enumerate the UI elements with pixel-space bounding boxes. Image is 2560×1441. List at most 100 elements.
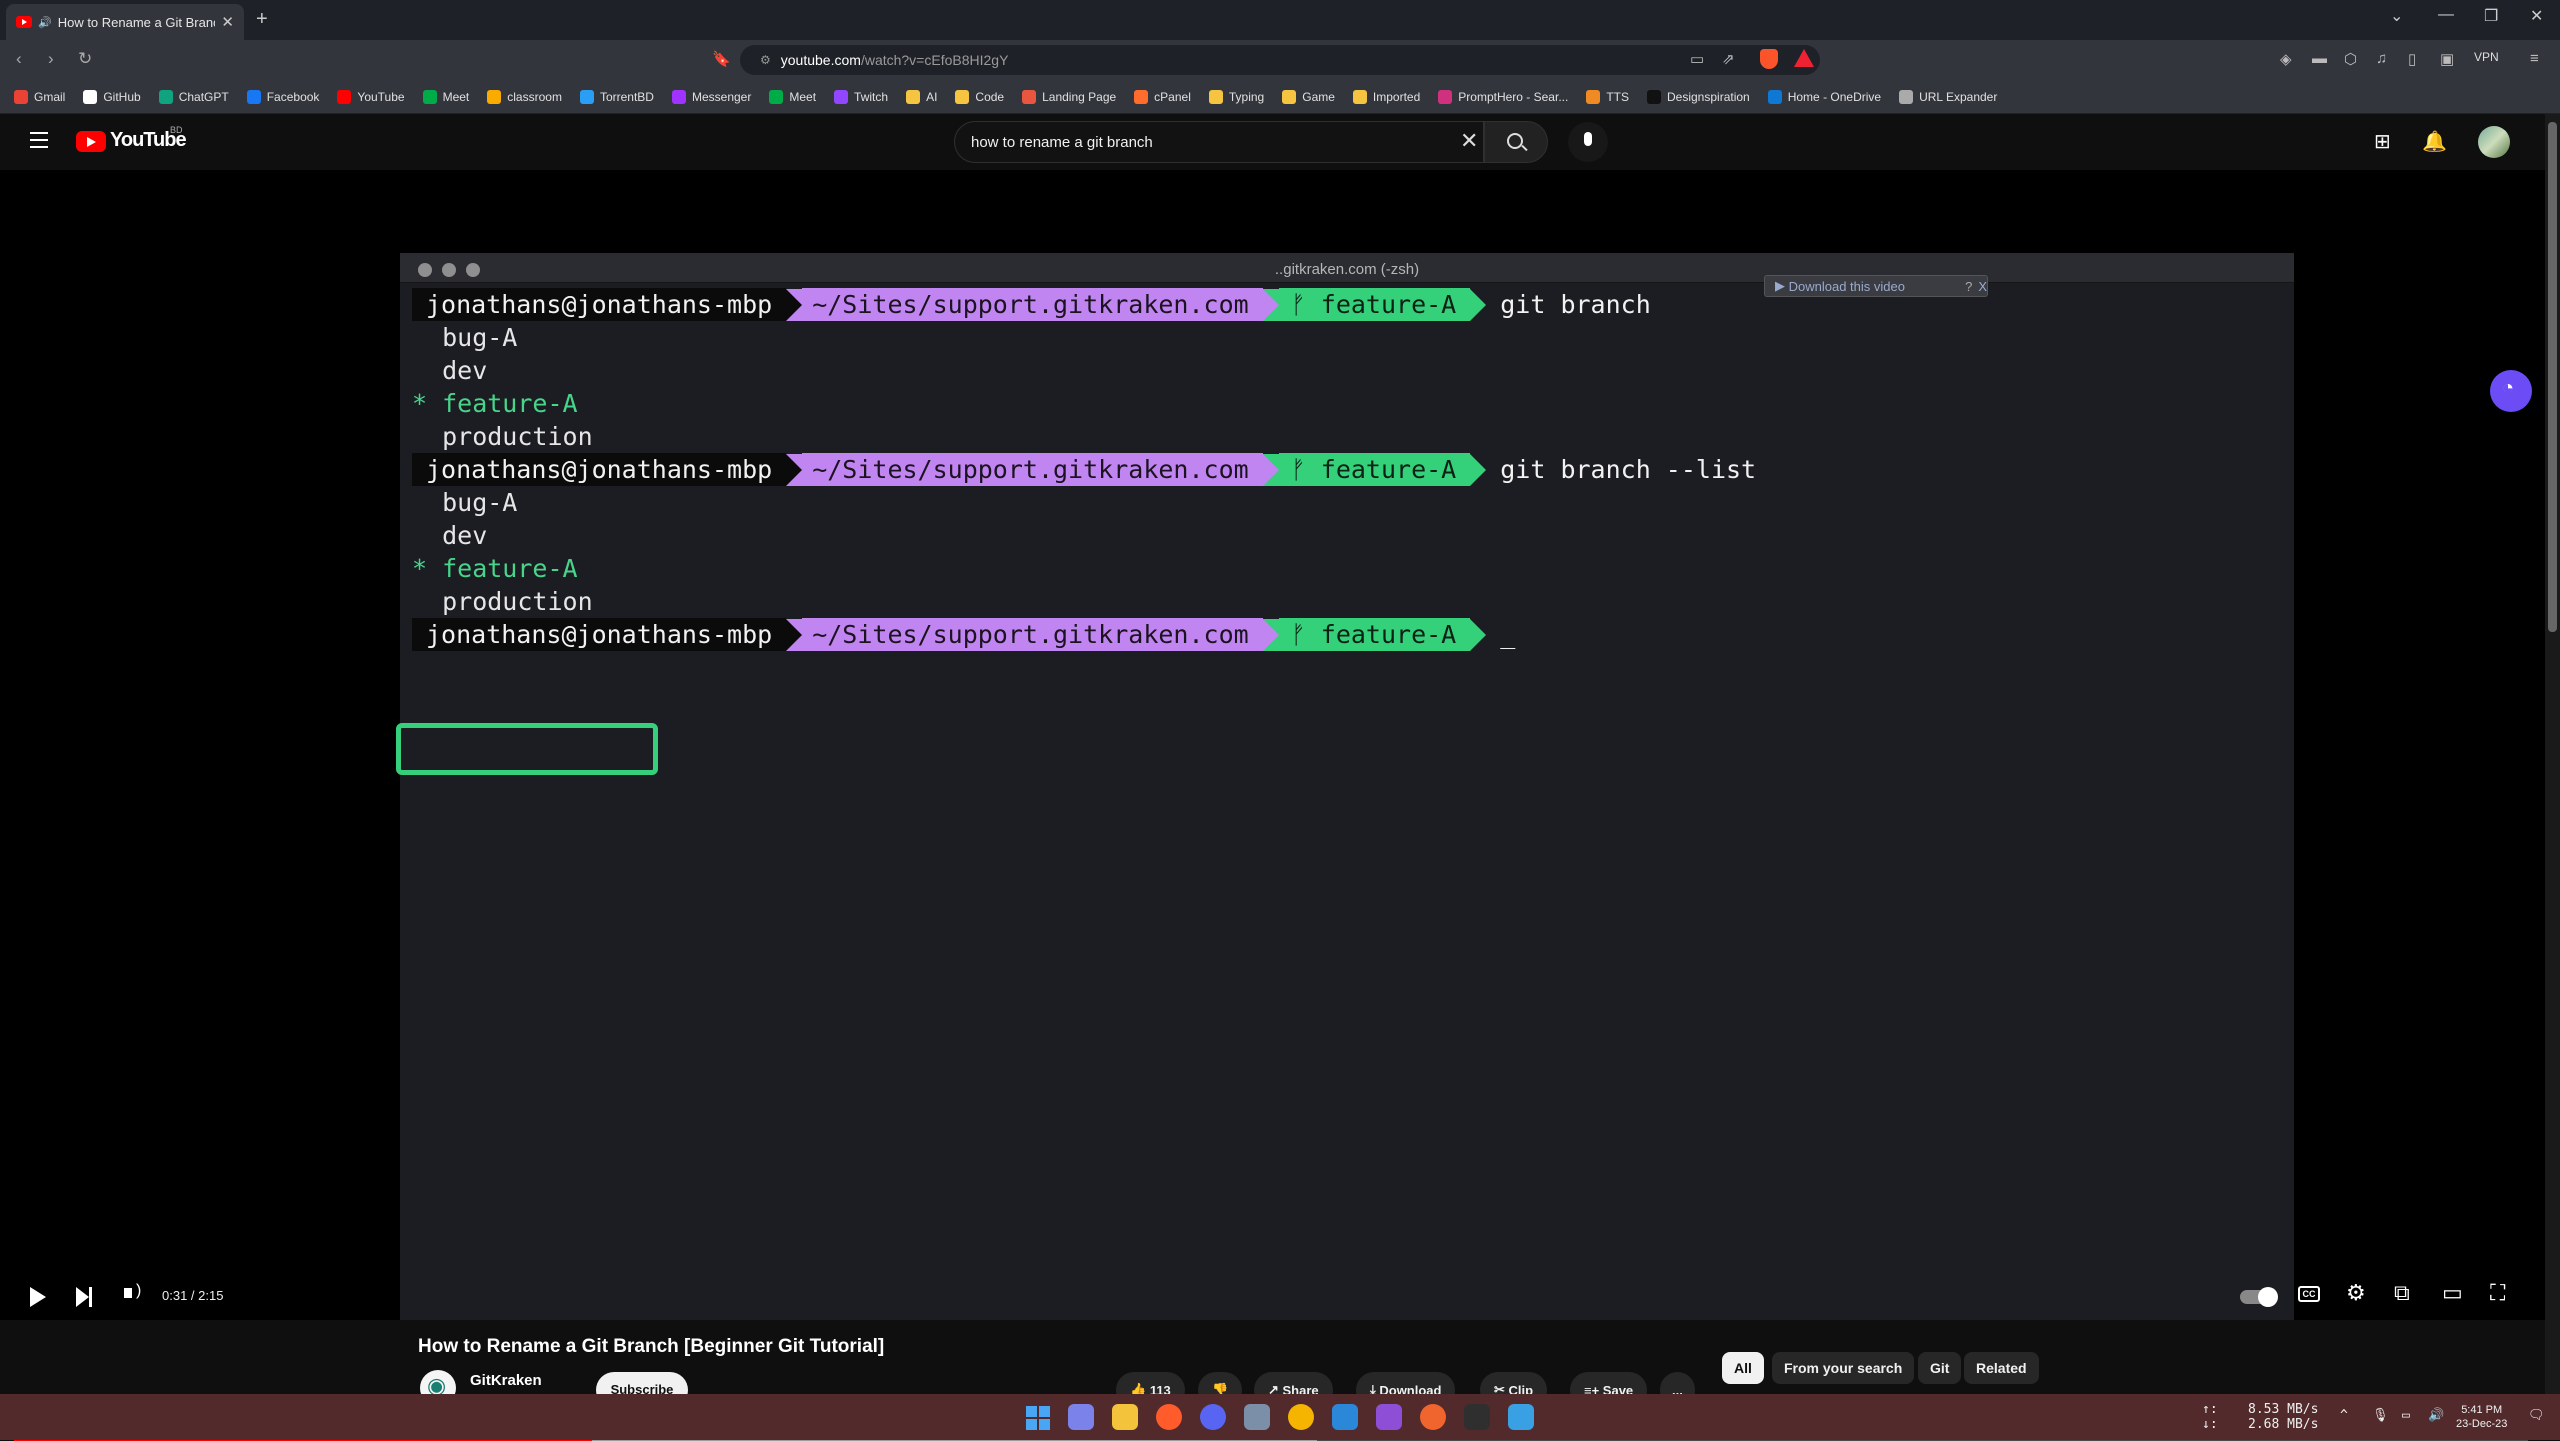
- chrome-canary-icon[interactable]: [1288, 1404, 1314, 1430]
- bookmark-item[interactable]: Game: [1282, 89, 1335, 104]
- autoplay-toggle[interactable]: [2240, 1287, 2278, 1307]
- back-button[interactable]: ‹: [16, 49, 22, 69]
- settings-gear-icon[interactable]: ⚙: [2346, 1280, 2366, 1306]
- bookmark-item[interactable]: Meet: [769, 89, 816, 104]
- notepad-icon[interactable]: [1508, 1404, 1534, 1430]
- wallet-icon[interactable]: ▣: [2440, 50, 2454, 68]
- chip-from-your-search[interactable]: From your search: [1772, 1352, 1915, 1384]
- bookmark-item[interactable]: Home - OneDrive: [1767, 89, 1881, 104]
- windows-start-icon[interactable]: [1026, 1406, 1050, 1430]
- account-avatar[interactable]: [2478, 126, 2510, 158]
- captions-button[interactable]: CC: [2298, 1286, 2320, 1302]
- youtube-logo-icon[interactable]: [76, 131, 106, 152]
- bookmark-item[interactable]: Twitch: [834, 89, 888, 104]
- chevron-up-icon[interactable]: ^: [2340, 1408, 2348, 1423]
- speaker-volume-icon[interactable]: 🔊: [2428, 1408, 2444, 1423]
- extensions-puzzle-icon[interactable]: ⬡: [2344, 50, 2357, 68]
- miniplayer-icon[interactable]: ⧉: [2394, 1280, 2410, 1306]
- browser-tab-active[interactable]: 🔊 How to Rename a Git Branch ✕: [6, 4, 244, 40]
- discord-icon[interactable]: [1200, 1404, 1226, 1430]
- speaker-icon[interactable]: 🔊: [38, 16, 52, 29]
- new-tab-button[interactable]: +: [256, 8, 268, 31]
- notifications-bell-icon[interactable]: 🔔: [2422, 129, 2447, 154]
- chip-git[interactable]: Git: [1918, 1352, 1962, 1384]
- notifications-icon[interactable]: 🗨: [2528, 1408, 2545, 1423]
- voice-search-button[interactable]: [1568, 122, 1608, 162]
- wifi-icon[interactable]: ▭: [2402, 1408, 2410, 1423]
- restore-button[interactable]: ❐: [2484, 6, 2498, 26]
- terminal-command: git branch --list: [1500, 455, 1757, 484]
- bookmark-item[interactable]: Designspiration: [1647, 89, 1750, 104]
- chip-related[interactable]: Related: [1964, 1352, 2039, 1384]
- next-video-icon[interactable]: [76, 1287, 92, 1307]
- scrollbar-thumb[interactable]: [2548, 122, 2557, 632]
- browser-menu-icon[interactable]: ≡: [2530, 50, 2539, 67]
- volume-icon[interactable]: [124, 1282, 141, 1300]
- bookmark-item[interactable]: Gmail: [14, 89, 65, 104]
- chip-all[interactable]: All: [1722, 1352, 1764, 1384]
- cast-icon[interactable]: ▭: [1690, 50, 1704, 68]
- reload-button[interactable]: ↻: [78, 49, 92, 69]
- assistant-extension-icon[interactable]: [2490, 370, 2532, 412]
- media-controls-icon[interactable]: ♫: [2376, 50, 2387, 67]
- bookmark-item[interactable]: TorrentBD: [579, 89, 654, 104]
- help-icon[interactable]: ?: [1965, 279, 1972, 294]
- bookmark-page-icon[interactable]: 🔖: [712, 50, 731, 68]
- bookmark-item[interactable]: Typing: [1208, 89, 1264, 104]
- extension-icon[interactable]: ◈: [2280, 50, 2292, 68]
- minimize-button[interactable]: —: [2438, 6, 2454, 24]
- bookmark-item[interactable]: Code: [955, 89, 1004, 104]
- bookmark-item[interactable]: Imported: [1352, 89, 1420, 104]
- video-player[interactable]: ..gitkraken.com (-zsh) ▶ Download this v…: [0, 170, 2545, 1441]
- microphone-icon[interactable]: 🎙: [2372, 1408, 2389, 1423]
- fullscreen-icon[interactable]: ⛶: [2490, 1280, 2505, 1306]
- bookmark-item[interactable]: classroom: [487, 89, 562, 104]
- bookmark-item[interactable]: Meet: [422, 89, 469, 104]
- vpn-button[interactable]: VPN: [2474, 50, 2499, 64]
- bookmark-item[interactable]: PromptHero - Sear...: [1438, 89, 1568, 104]
- share-page-icon[interactable]: ⇗: [1722, 50, 1735, 68]
- search-input[interactable]: how to rename a git branch: [954, 121, 1484, 163]
- bookmark-item[interactable]: Landing Page: [1022, 89, 1116, 104]
- play-icon: ▶: [1775, 278, 1789, 293]
- bookmark-item[interactable]: cPanel: [1134, 89, 1191, 104]
- page-scrollbar[interactable]: [2545, 114, 2560, 1394]
- bookmark-item[interactable]: GitHub: [83, 89, 141, 104]
- brave-browser-icon[interactable]: [1156, 1404, 1182, 1430]
- clear-search-icon[interactable]: ✕: [1460, 128, 1478, 154]
- file-explorer-icon[interactable]: [1112, 1404, 1138, 1430]
- browser-toolbar: ‹ › ↻ 🔖 ⚙ youtube.com/watch?v=cEfoB8HI2g…: [0, 40, 2560, 80]
- extension-icon[interactable]: ▬: [2312, 50, 2327, 67]
- hamburger-menu-icon[interactable]: [30, 132, 48, 153]
- bookmark-item[interactable]: Facebook: [246, 89, 319, 104]
- sidebar-toggle-icon[interactable]: ▯: [2408, 50, 2416, 68]
- address-bar[interactable]: ⚙ youtube.com/watch?v=cEfoB8HI2gY: [740, 45, 1820, 75]
- close-icon[interactable]: X: [1978, 279, 1987, 294]
- vscode-icon[interactable]: [1332, 1404, 1358, 1430]
- bookmark-item[interactable]: YouTube: [337, 89, 405, 104]
- forward-button[interactable]: ›: [48, 49, 54, 69]
- play-icon[interactable]: [30, 1287, 46, 1307]
- channel-name[interactable]: GitKraken: [470, 1372, 542, 1389]
- bookmark-item[interactable]: URL Expander: [1899, 89, 1997, 104]
- system-clock[interactable]: 5:41 PM 23-Dec-23: [2456, 1403, 2507, 1431]
- app-icon[interactable]: [1244, 1404, 1270, 1430]
- bookmark-item[interactable]: TTS: [1586, 89, 1629, 104]
- postman-icon[interactable]: [1420, 1404, 1446, 1430]
- visual-studio-icon[interactable]: [1376, 1404, 1402, 1430]
- brave-rewards-icon[interactable]: [1794, 49, 1814, 67]
- download-video-overlay[interactable]: ▶ Download this video ? X: [1764, 275, 1988, 297]
- terminal-icon[interactable]: [1464, 1404, 1490, 1430]
- tab-close-icon[interactable]: ✕: [221, 13, 234, 31]
- brave-shields-icon[interactable]: [1760, 49, 1778, 69]
- close-window-button[interactable]: ✕: [2530, 6, 2543, 26]
- bookmark-item[interactable]: Messenger: [671, 89, 751, 104]
- bookmark-item[interactable]: ChatGPT: [158, 89, 229, 104]
- search-button[interactable]: [1484, 121, 1548, 163]
- create-video-icon[interactable]: ⊞: [2374, 129, 2391, 154]
- teams-icon[interactable]: [1068, 1404, 1094, 1430]
- theater-mode-icon[interactable]: ▭: [2442, 1280, 2463, 1306]
- bookmark-item[interactable]: AI: [906, 89, 937, 104]
- site-info-icon[interactable]: ⚙: [760, 53, 771, 67]
- tab-search-chevron-icon[interactable]: ⌄: [2390, 6, 2403, 26]
